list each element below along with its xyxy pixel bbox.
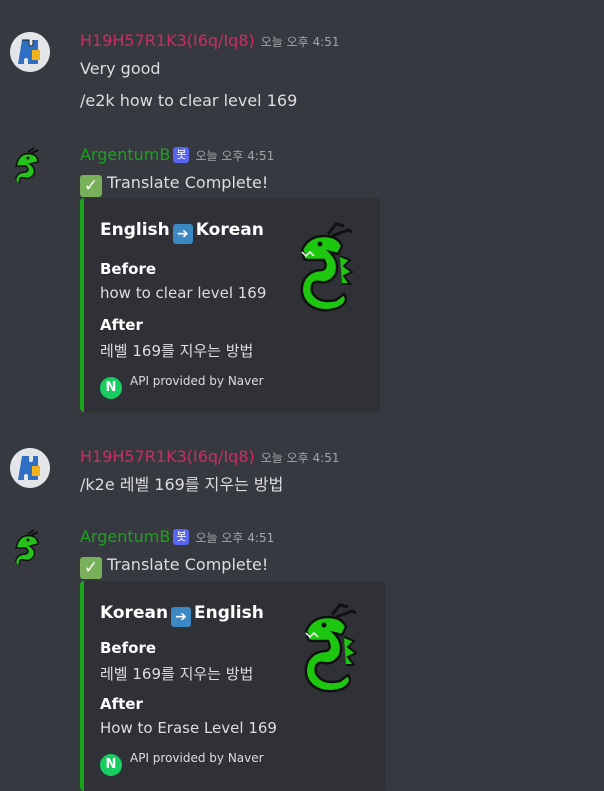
right-arrow-icon: ➔ <box>172 224 193 244</box>
message-text-content: Translate Complete! <box>107 173 269 192</box>
field-name-before: Before <box>100 639 157 657</box>
user-avatar[interactable] <box>10 448 50 488</box>
message-text: /e2k how to clear level 169 <box>80 91 298 110</box>
user-avatar[interactable] <box>10 32 50 72</box>
puzzle-avatar-icon <box>10 32 50 72</box>
embed-title-from: Korean <box>100 603 169 623</box>
bot-tag: 봇 <box>173 529 190 545</box>
embed-title-to: English <box>194 603 264 623</box>
author-name[interactable]: H19H57R1K3(I6q/Iq8) <box>80 31 255 50</box>
author-name[interactable]: H19H57R1K3(I6q/Iq8) <box>80 447 255 466</box>
embed-footer: N API provided by Naver <box>100 751 264 776</box>
footer-text: API provided by Naver <box>130 374 264 388</box>
message-text: Very good <box>80 59 161 78</box>
naver-logo-icon: N <box>100 377 122 399</box>
field-value-after: 레벨 169를 지우는 방법 <box>100 342 254 360</box>
dragon-thumbnail-icon <box>300 222 354 312</box>
translation-embed: English ➔ Korean Before how to clear level… <box>80 198 380 412</box>
bot-avatar[interactable] <box>10 528 50 568</box>
embed-title-from: English <box>100 220 170 240</box>
message-bot-2: ArgentumB 봇 오늘 오후 4:51 ✓ Translate Complete… <box>0 526 604 791</box>
footer-text: API provided by Naver <box>130 751 264 765</box>
author-name[interactable]: ArgentumB <box>80 145 170 164</box>
field-name-after: After <box>100 695 143 713</box>
message-user-1: H19H57R1K3(I6q/Iq8) 오늘 오후 4:51 Very good … <box>0 30 604 120</box>
field-name-after: After <box>100 316 143 334</box>
field-value-before: 레벨 169를 지우는 방법 <box>100 665 254 683</box>
message-bot-1: ArgentumB 봇 오늘 오후 4:51 ✓ Translate Complete… <box>0 144 604 414</box>
message-text: /k2e 레벨 169를 지우는 방법 <box>80 475 284 494</box>
naver-logo-icon: N <box>100 754 122 776</box>
embed-title: English ➔ Korean <box>100 220 264 244</box>
embed-title-to: Korean <box>195 220 264 240</box>
embed-title: Korean ➔ English <box>100 603 264 627</box>
check-mark-icon: ✓ <box>80 557 102 579</box>
timestamp: 오늘 오후 4:51 <box>260 451 340 465</box>
message-text-content: Translate Complete! <box>107 555 269 574</box>
dragon-thumbnail-icon <box>304 603 358 693</box>
green-dragon-icon <box>14 529 39 568</box>
green-dragon-icon <box>14 147 39 186</box>
field-value-before: how to clear level 169 <box>100 284 267 302</box>
embed-footer: N API provided by Naver <box>100 374 264 399</box>
bot-avatar[interactable] <box>10 146 50 186</box>
message-user-2: H19H57R1K3(I6q/Iq8) 오늘 오후 4:51 /k2e 레벨 16… <box>0 446 604 506</box>
puzzle-avatar-icon <box>10 448 50 488</box>
field-name-before: Before <box>100 260 157 278</box>
author-name[interactable]: ArgentumB <box>80 527 170 546</box>
timestamp: 오늘 오후 4:51 <box>260 35 340 49</box>
message-text: ✓ Translate Complete! <box>80 172 268 197</box>
timestamp: 오늘 오후 4:51 <box>195 531 275 545</box>
field-value-after: How to Erase Level 169 <box>100 719 277 737</box>
right-arrow-icon: ➔ <box>171 607 192 627</box>
bot-tag: 봇 <box>173 147 190 163</box>
translation-embed: Korean ➔ English Before 레벨 169를 지우는 방법 Aft… <box>80 581 386 791</box>
check-mark-icon: ✓ <box>80 175 102 197</box>
timestamp: 오늘 오후 4:51 <box>195 149 275 163</box>
message-text: ✓ Translate Complete! <box>80 554 268 579</box>
